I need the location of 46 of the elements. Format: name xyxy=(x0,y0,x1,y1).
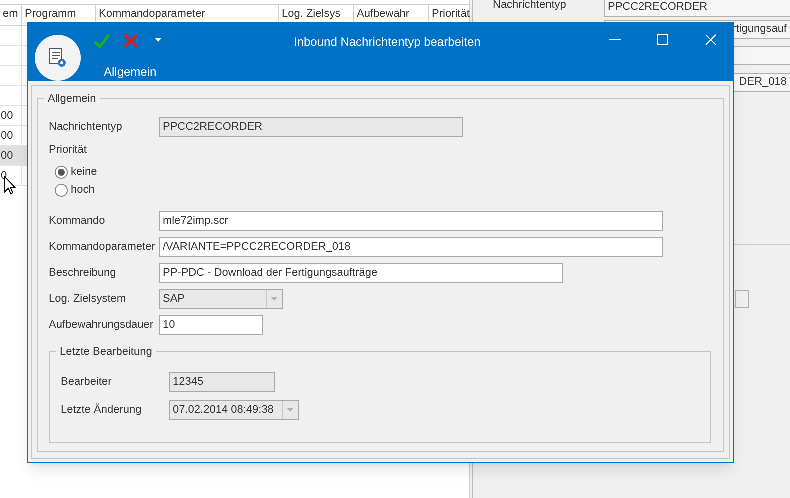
maximize-button[interactable] xyxy=(656,33,670,47)
table-cell: 00 xyxy=(1,110,14,122)
input-field[interactable]: mle72imp.scr xyxy=(159,211,663,231)
close-icon xyxy=(705,34,717,46)
read-only-field: 12345 xyxy=(169,372,275,392)
customize-toolbar-button[interactable] xyxy=(153,34,163,44)
document-gear-icon xyxy=(49,48,67,68)
table-cell: 00 xyxy=(1,150,14,162)
table-cell: 00 xyxy=(1,130,14,142)
dropdown-arrow-icon xyxy=(287,408,294,412)
close-icon xyxy=(123,33,139,49)
read-only-field: PPCC2RECORDER xyxy=(159,117,463,137)
field-label: Aufbewahrungsdauer xyxy=(49,318,155,333)
text-field[interactable]: PPCC2RECORDER xyxy=(604,0,790,17)
checkmark-icon xyxy=(94,33,110,49)
column-header[interactable]: Log. Zielsys xyxy=(282,8,341,20)
radio-button[interactable] xyxy=(55,184,68,196)
column-header[interactable]: Programm xyxy=(25,8,76,20)
group-title: Letzte Bearbeitung xyxy=(56,344,156,360)
input-field[interactable]: /VARIANTE=PPCC2RECORDER_018 xyxy=(159,237,663,257)
column-header[interactable]: em xyxy=(3,8,18,20)
field-label: Priorität xyxy=(49,143,88,157)
maximize-icon xyxy=(657,34,669,46)
application-button[interactable] xyxy=(35,35,81,81)
radio-button[interactable] xyxy=(55,166,68,178)
field-label: Nachrichtentyp xyxy=(49,120,124,135)
field-label: Nachrichtentyp xyxy=(493,0,568,13)
field-label: Kommando xyxy=(49,214,106,229)
dropdown-arrow-icon xyxy=(154,36,162,42)
field-label: Letzte Änderung xyxy=(61,402,143,418)
group-title: Allgemein xyxy=(44,91,100,108)
window-title: Inbound Nachrichtentyp bearbeiten xyxy=(294,34,481,51)
close-button[interactable] xyxy=(704,33,718,47)
field-label: Kommandoparameter xyxy=(49,240,156,255)
dropdown-arrow-icon xyxy=(271,297,278,301)
column-header[interactable]: Aufbewahr xyxy=(357,8,410,20)
column-header[interactable]: Priorität xyxy=(432,8,470,20)
input-field[interactable]: PP-PDC - Download der Fertigungsaufträge xyxy=(159,263,563,283)
input-field[interactable]: 10 xyxy=(159,315,263,335)
column-header[interactable]: Kommandoparameter xyxy=(99,8,206,20)
ribbon-tab[interactable]: Allgemein xyxy=(104,63,157,81)
field-label: Log. Zielsystem xyxy=(49,292,128,307)
field-label: Beschreibung xyxy=(49,266,118,281)
radio-option[interactable]: hoch xyxy=(55,181,723,199)
field-label: Bearbeiter xyxy=(61,374,113,390)
radio-option[interactable]: keine xyxy=(55,163,723,181)
